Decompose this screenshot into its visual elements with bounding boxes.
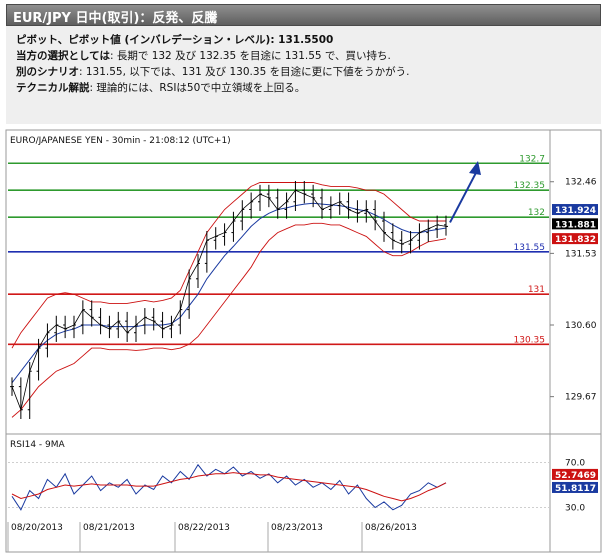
x-tick-label: 08/26/2013 bbox=[365, 523, 417, 533]
x-tick-label: 08/23/2013 bbox=[271, 523, 323, 533]
choice-text: : 長期で 132 及び 132.35 を目途に 131.55 で、買い持ち. bbox=[109, 50, 391, 62]
x-tick-label: 08/20/2013 bbox=[11, 523, 63, 533]
level-label-132.35: 132.35 bbox=[514, 181, 546, 191]
y-tick-label: 130.60 bbox=[565, 321, 597, 331]
technical-text: : 理論的には、RSIは50で中立領域を上回る。 bbox=[89, 82, 306, 94]
y-tick-label: 129.67 bbox=[565, 393, 597, 403]
level-label-132.7: 132.7 bbox=[519, 154, 545, 164]
rsi-tick-label: 30.0 bbox=[565, 504, 585, 514]
price-badge-label-0: 131.924 bbox=[555, 206, 596, 216]
pivot-line: ピボット、ピボット値 (インバレデーション・レベル): 131.5500 bbox=[16, 32, 333, 47]
level-label-131: 131 bbox=[528, 285, 545, 295]
y-tick-label: 132.46 bbox=[565, 178, 597, 188]
level-label-131.55: 131.55 bbox=[514, 243, 546, 253]
technical-line: テクニカル解説: 理論的には、RSIは50で中立領域を上回る。 bbox=[16, 80, 305, 95]
chart-area: EURO/JAPANESE YEN - 30min - 21:08:12 (UT… bbox=[5, 129, 602, 553]
y-tick-label: 131.53 bbox=[565, 249, 597, 259]
level-label-132: 132 bbox=[528, 208, 545, 218]
analysis-panel: ピボット、ピボット値 (インバレデーション・レベル): 131.5500 当方の… bbox=[6, 26, 601, 124]
rsi-badge-label-0: 52.7469 bbox=[555, 471, 596, 481]
chart-header: EUR/JPY 日中(取引)：反発、反騰 bbox=[6, 4, 601, 26]
alternative-label: 別のシナリオ bbox=[16, 66, 79, 78]
rsi-chart-title: RSI14 - 9MA bbox=[10, 440, 66, 450]
rsi-badge-label-1: 51.8117 bbox=[555, 484, 596, 494]
level-label-130.35: 130.35 bbox=[514, 335, 546, 345]
choice-label: 当方の選択としては bbox=[16, 50, 110, 62]
chart-frame bbox=[5, 129, 602, 553]
header-title: EUR/JPY 日中(取引)：反発、反騰 bbox=[13, 11, 218, 26]
pivot-text: ピボット、ピボット値 (インバレデーション・レベル): 131.5500 bbox=[16, 34, 334, 46]
price-badge-label-1: 131.881 bbox=[555, 220, 596, 230]
price-badge-label-2: 131.832 bbox=[555, 235, 596, 245]
alternative-line: 別のシナリオ: 131.55, 以下では、131 及び 130.35 を目途に更… bbox=[16, 64, 409, 79]
rsi-tick-label: 70.0 bbox=[565, 459, 585, 469]
technical-label: テクニカル解説 bbox=[16, 82, 90, 94]
choice-line: 当方の選択としては: 長期で 132 及び 132.35 を目途に 131.55… bbox=[16, 48, 391, 63]
x-tick-label: 08/21/2013 bbox=[83, 523, 135, 533]
x-tick-label: 08/22/2013 bbox=[178, 523, 230, 533]
main-chart-title: EURO/JAPANESE YEN - 30min - 21:08:12 (UT… bbox=[10, 136, 231, 146]
alternative-text: : 131.55, 以下では、131 及び 130.35 を目途に更に下値をうか… bbox=[79, 66, 410, 78]
